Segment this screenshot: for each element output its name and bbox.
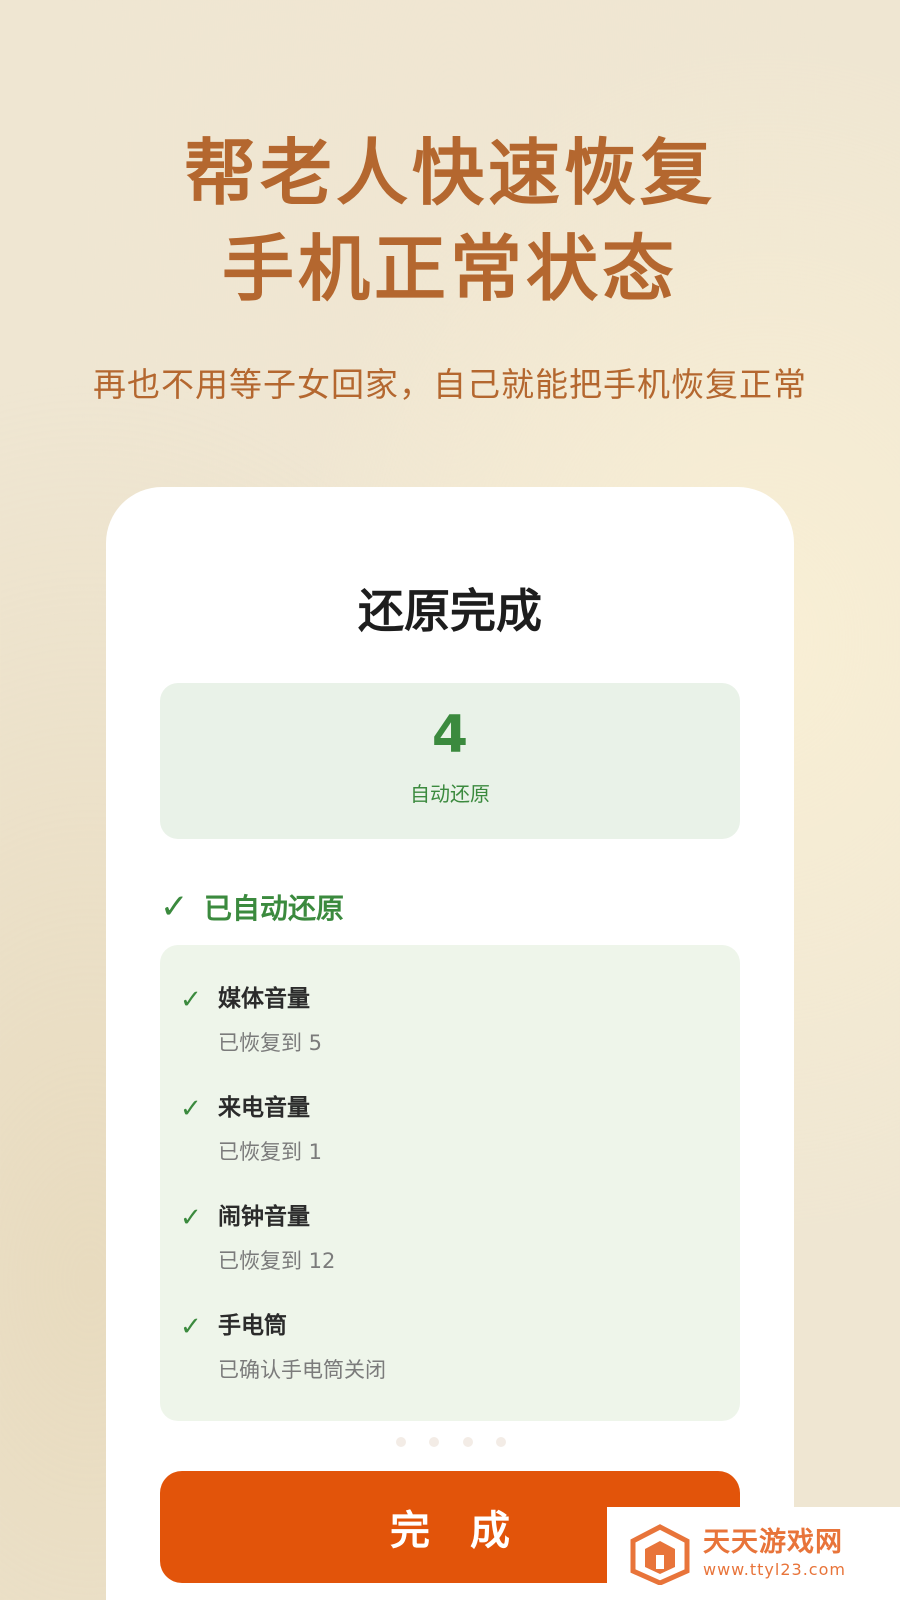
list-item: ✓ 闹钟音量 已恢复到 12 (180, 1197, 720, 1297)
site-watermark: 天天游戏网 www.ttyl23.com (607, 1507, 900, 1600)
item-desc: 已恢复到 1 (218, 1140, 323, 1164)
restored-items-list: ✓ 媒体音量 已恢复到 5 ✓ 来电音量 已恢复到 1 ✓ 闹钟音量 已恢复到 … (160, 945, 740, 1421)
check-icon: ✓ (180, 1094, 202, 1124)
house-logo-icon (630, 1523, 690, 1585)
watermark-url: www.ttyl23.com (703, 1559, 846, 1579)
page-dot[interactable] (495, 1437, 506, 1447)
check-icon: ✓ (180, 1312, 202, 1342)
item-name: 来电音量 (218, 1095, 310, 1121)
page-dot[interactable] (396, 1437, 406, 1447)
check-icon: ✓ (180, 985, 202, 1015)
check-icon: ✓ (160, 887, 189, 927)
list-item: ✓ 媒体音量 已恢复到 5 (180, 979, 720, 1079)
item-name: 闹钟音量 (218, 1204, 310, 1230)
list-item: ✓ 来电音量 已恢复到 1 (180, 1088, 720, 1188)
item-desc: 已恢复到 12 (218, 1249, 336, 1273)
check-icon: ✓ (180, 1203, 202, 1233)
item-desc: 已恢复到 5 (218, 1031, 323, 1055)
restore-result-card: 还原完成 4 自动还原 ✓ 已自动还原 ✓ 媒体音量 已恢复到 5 ✓ 来电音量… (106, 487, 794, 1600)
hero-title-line1: 帮老人快速恢复 (183, 130, 716, 215)
item-name: 手电筒 (218, 1313, 287, 1339)
section-header: ✓ 已自动还原 (160, 887, 344, 927)
watermark-text: 天天游戏网 www.ttyl23.com (703, 1528, 846, 1579)
hero-subtitle: 再也不用等子女回家，自己就能把手机恢复正常 (93, 365, 807, 404)
restore-count-label: 自动还原 (410, 782, 490, 806)
restore-count-box: 4 自动还原 (160, 683, 740, 839)
page-dot[interactable] (429, 1437, 440, 1447)
page-dot[interactable] (462, 1437, 473, 1447)
list-item: ✓ 手电筒 已确认手电筒关闭 (180, 1306, 720, 1406)
section-label: 已自动还原 (204, 892, 345, 925)
item-desc: 已确认手电筒关闭 (218, 1358, 386, 1382)
watermark-name: 天天游戏网 (703, 1527, 843, 1559)
page-indicator (396, 1437, 506, 1449)
hero-title-line2: 手机正常状态 (221, 226, 678, 311)
item-name: 媒体音量 (218, 986, 310, 1012)
card-title: 还原完成 (358, 584, 542, 638)
restore-count-number: 4 (431, 705, 469, 765)
